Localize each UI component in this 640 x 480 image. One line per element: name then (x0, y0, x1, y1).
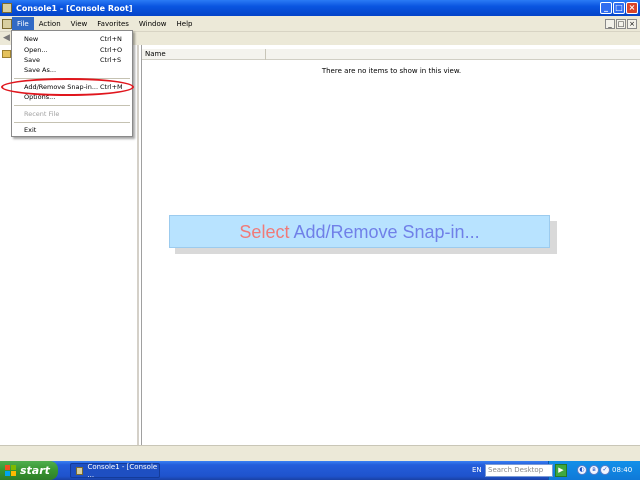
menu-window[interactable]: Window (134, 17, 172, 31)
menu-item-save-as[interactable]: Save As... (12, 65, 132, 76)
empty-list-message: There are no items to show in this view. (321, 67, 462, 75)
caption-verb: Select (239, 222, 290, 242)
status-bar (0, 445, 640, 461)
window-title: Console1 - [Console Root] (16, 3, 133, 13)
desktop-search-input[interactable]: Search Desktop (485, 464, 553, 477)
taskbar-button-console1[interactable]: Console1 - [Console ... (70, 462, 160, 479)
taskbar: start Console1 - [Console ... EN Search … (0, 461, 640, 480)
menu-view[interactable]: View (66, 17, 93, 31)
clock: 08:40 (612, 466, 633, 474)
console-icon[interactable] (2, 18, 12, 29)
tray-security-icon[interactable]: ✓ (600, 465, 610, 475)
start-label: start (20, 464, 50, 477)
tutorial-caption: Select Add/Remove Snap-in... (169, 215, 550, 248)
console-icon (76, 466, 84, 475)
menu-separator (14, 105, 130, 106)
column-name[interactable]: Name (142, 49, 266, 60)
window-controls: _ □ × (600, 2, 638, 14)
maximize-icon[interactable]: □ (613, 2, 625, 14)
back-arrow-icon[interactable]: ◀ (3, 34, 10, 43)
language-indicator[interactable]: EN (472, 466, 482, 474)
menu-item-options[interactable]: Options... (12, 92, 132, 103)
mmc-app-icon[interactable] (2, 3, 12, 13)
caption-target: Add/Remove Snap-in... (293, 222, 480, 242)
menu-help[interactable]: Help (172, 17, 198, 31)
start-button[interactable]: start (0, 461, 58, 480)
menu-item-new[interactable]: New Ctrl+N (12, 34, 132, 45)
menu-file[interactable]: File (12, 16, 34, 31)
child-window-controls: _ □ × (605, 19, 637, 29)
file-menu-dropdown: New Ctrl+N Open... Ctrl+O Save Ctrl+S Sa… (1, 30, 134, 137)
close-icon[interactable]: × (626, 2, 638, 14)
child-restore-icon[interactable]: □ (616, 19, 626, 29)
taskbar-button-label: Console1 - [Console ... (87, 462, 158, 479)
folder-icon[interactable] (2, 50, 11, 58)
menu-item-exit[interactable]: Exit (12, 125, 132, 136)
tray-network-icon[interactable]: ◐ (577, 465, 587, 475)
windows-logo-icon (5, 465, 16, 476)
menu-favorites[interactable]: Favorites (92, 17, 134, 31)
search-go-icon[interactable]: ▶ (555, 464, 567, 477)
column-header: Name (142, 49, 640, 60)
menu-separator (14, 78, 130, 79)
menu-item-recent-file: Recent File (24, 110, 60, 118)
child-minimize-icon[interactable]: _ (605, 19, 615, 29)
menu-action[interactable]: Action (34, 17, 66, 31)
child-close-icon[interactable]: × (627, 19, 637, 29)
minimize-icon[interactable]: _ (600, 2, 612, 14)
menu-separator (14, 122, 130, 123)
tray-bluetooth-icon[interactable]: ʙ (589, 465, 599, 475)
title-bar[interactable]: Console1 - [Console Root] _ □ × (0, 0, 640, 16)
